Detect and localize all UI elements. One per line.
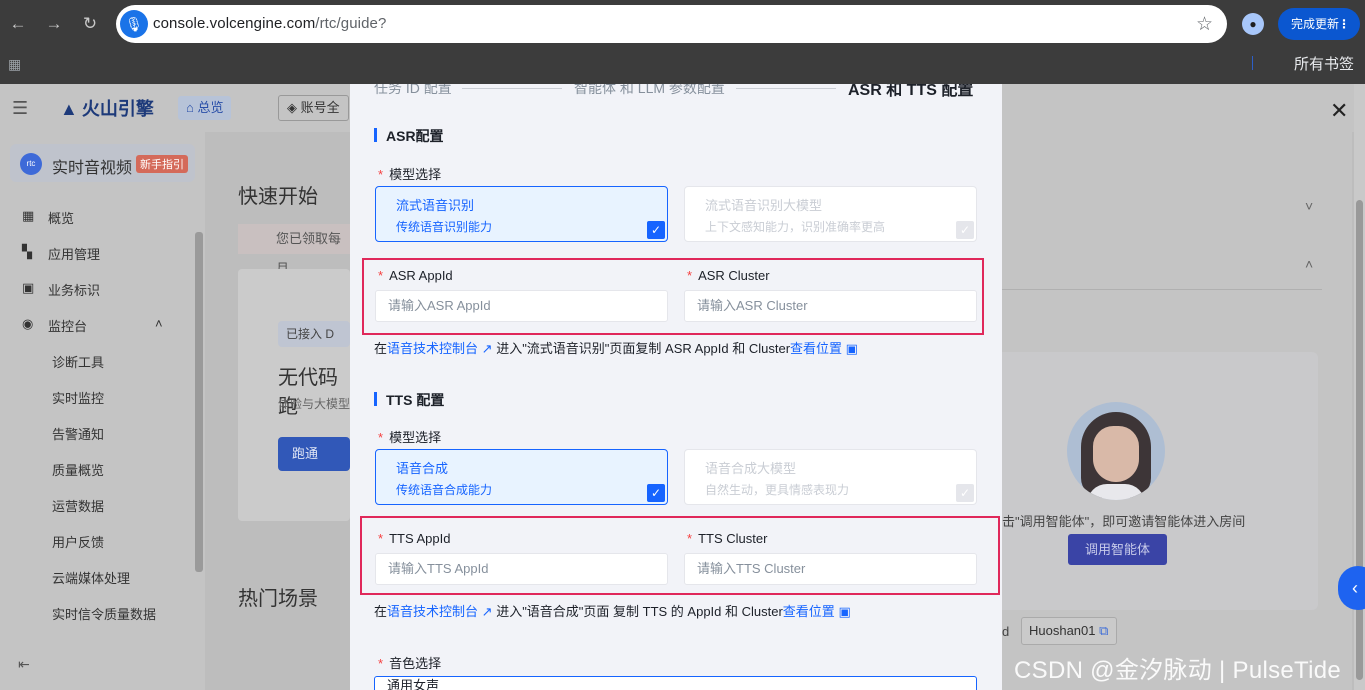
quick-start-card: 已接入 D 无代码跑 体验与大模型 跑通 xyxy=(238,269,350,521)
chevron-up-icon: ˄ xyxy=(155,316,163,331)
card-subtitle: 体验与大模型 xyxy=(278,397,351,411)
tts-view-location-link[interactable]: 查看位置 ▣ xyxy=(783,604,851,619)
logo[interactable]: ▲ 火山引擎 xyxy=(60,95,154,121)
tts-console-link[interactable]: 语音技术控制台 ↗ xyxy=(387,604,493,619)
product-tag: 新手指引 xyxy=(136,155,188,173)
asr-appid-input[interactable]: 请输入ASR AppId xyxy=(375,290,668,322)
config-drawer: 任务 ID 配置 智能体 和 LLM 参数配置 ASR 和 TTS 配置 ASR… xyxy=(350,84,1002,690)
check-icon: ✓ xyxy=(956,484,974,502)
external-link-icon: ↗ xyxy=(481,604,493,619)
external-link-icon: ↗ xyxy=(481,341,493,356)
sidebar-scrollbar[interactable] xyxy=(195,232,203,572)
image-icon: ▣ xyxy=(845,341,858,356)
voice-select[interactable]: 通用女声 xyxy=(374,676,977,690)
asr-appid-label: * ASR AppId xyxy=(378,268,453,283)
id-label: d xyxy=(1002,624,1010,639)
bookmark-star-icon[interactable]: ☆ xyxy=(1196,13,1213,36)
asr-help-text: 在语音技术控制台 ↗ 进入"流式语音识别"页面复制 ASR AppId 和 Cl… xyxy=(374,341,858,356)
check-icon: ✓ xyxy=(647,221,665,239)
close-icon[interactable]: ✕ xyxy=(1330,98,1348,124)
card-chip: 已接入 D xyxy=(278,321,350,347)
watermark: CSDN @金汐脉动 | PulseTide xyxy=(1014,657,1342,684)
step-connector xyxy=(736,88,836,89)
tts-appid-label: * TTS AppId xyxy=(378,531,451,546)
tts-model-label: * 模型选择 xyxy=(378,430,442,445)
step-connector xyxy=(462,88,562,89)
voice-label: * 音色选择 xyxy=(378,656,442,671)
tts-section-title: TTS 配置 xyxy=(374,390,444,410)
run-button[interactable]: 跑通 xyxy=(278,437,350,471)
step-bar: 任务 ID 配置 智能体 和 LLM 参数配置 ASR 和 TTS 配置 xyxy=(350,84,1002,100)
asr-model-label: * 模型选择 xyxy=(378,167,442,182)
url-text[interactable]: console.volcengine.com/rtc/guide? xyxy=(153,15,386,32)
notice-banner: 您已领取每月 xyxy=(238,224,350,276)
agent-preview xyxy=(1002,352,1318,610)
update-button[interactable]: 完成更新 ⋮ xyxy=(1278,8,1360,40)
all-bookmarks[interactable]: 所有书签 xyxy=(1294,53,1354,74)
step-3[interactable]: ASR 和 TTS 配置 xyxy=(848,84,973,100)
account-button[interactable]: ◈ 账号全 xyxy=(278,95,349,121)
asr-section-title: ASR配置 xyxy=(374,126,444,146)
divider xyxy=(1252,56,1253,70)
bookmark-icon: ▣ xyxy=(22,280,35,295)
copy-icon[interactable]: ⧉ xyxy=(1099,623,1108,638)
collapse-sidebar-icon[interactable]: ⇤ xyxy=(18,656,30,673)
divider xyxy=(1002,289,1322,290)
product-header[interactable]: rtc 实时音视频 新手指引 xyxy=(10,144,195,182)
apps-icon: ▚ xyxy=(22,244,32,259)
menu-icon[interactable]: ☰ xyxy=(12,98,28,119)
image-icon: ▣ xyxy=(838,604,851,619)
back-icon[interactable]: ← xyxy=(6,12,30,36)
address-bar[interactable]: 🎙 console.volcengine.com/rtc/guide? ☆ xyxy=(116,5,1227,43)
agent-avatar xyxy=(1067,402,1165,500)
reload-icon[interactable]: ↻ xyxy=(78,12,102,36)
sidebar: rtc 实时音视频 新手指引 ▦ 概览 ▚ 应用管理 ▣ 业务标识 ◉ 监控台 ˄ 诊断工… xyxy=(0,132,205,690)
asr-cluster-label: * ASR Cluster xyxy=(687,268,770,283)
asr-option-streaming[interactable]: 流式语音识别 传统语音识别能力 ✓ xyxy=(375,186,668,242)
asr-view-location-link[interactable]: 查看位置 ▣ xyxy=(790,341,858,356)
browser-toolbar: ← → ↻ 🎙 console.volcengine.com/rtc/guide… xyxy=(0,0,1365,84)
check-icon: ✓ xyxy=(647,484,665,502)
home-button[interactable]: ⌂ 总览 xyxy=(178,96,232,120)
agent-hint: 击"调用智能体"，即可邀请智能体进入房间 xyxy=(1002,514,1246,529)
rtc-icon: rtc xyxy=(20,153,42,175)
mic-icon[interactable]: 🎙 xyxy=(120,10,148,38)
product-name: 实时音视频 xyxy=(52,160,133,177)
tts-option-bigmodel[interactable]: 语音合成大模型 自然生动，更具情感表现力 ✓ xyxy=(684,449,977,505)
asr-console-link[interactable]: 语音技术控制台 ↗ xyxy=(387,341,493,356)
grid-icon: ▦ xyxy=(22,208,35,223)
more-icon: ⋮ xyxy=(1338,17,1350,31)
apps-icon[interactable]: ▦ xyxy=(8,56,21,73)
tts-help-text: 在语音技术控制台 ↗ 进入"语音合成"页面 复制 TTS 的 AppId 和 C… xyxy=(374,604,851,619)
tts-cluster-input[interactable]: 请输入TTS Cluster xyxy=(684,553,977,585)
tts-appid-input[interactable]: 请输入TTS AppId xyxy=(375,553,668,585)
chevron-up-icon[interactable]: ˄ xyxy=(1305,256,1313,272)
tts-cluster-label: * TTS Cluster xyxy=(687,531,768,546)
check-icon: ✓ xyxy=(956,221,974,239)
hot-scenes-title: 热门场景 xyxy=(238,588,318,610)
tts-option-standard[interactable]: 语音合成 传统语音合成能力 ✓ xyxy=(375,449,668,505)
profile-icon[interactable]: ● xyxy=(1242,13,1264,35)
asr-option-bigmodel[interactable]: 流式语音识别大模型 上下文感知能力，识别准确率更高 ✓ xyxy=(684,186,977,242)
room-id-chip[interactable]: Huoshan01 ⧉ xyxy=(1021,617,1117,645)
invoke-agent-button[interactable]: 调用智能体 xyxy=(1068,534,1167,565)
chevron-down-icon[interactable]: ˅ xyxy=(1305,198,1313,214)
monitor-icon: ◉ xyxy=(22,316,34,331)
forward-icon[interactable]: → xyxy=(42,12,66,36)
step-2[interactable]: 智能体 和 LLM 参数配置 xyxy=(574,84,725,98)
step-1[interactable]: 任务 ID 配置 xyxy=(374,84,452,98)
asr-cluster-input[interactable]: 请输入ASR Cluster xyxy=(684,290,977,322)
page-title: 快速开始 xyxy=(238,186,318,208)
